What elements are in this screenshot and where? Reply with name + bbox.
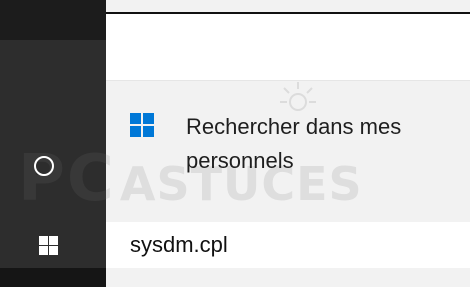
windows-logo-icon (130, 113, 154, 137)
cortana-button[interactable] (0, 136, 106, 196)
panel-divider (106, 80, 470, 81)
search-result-line-2: personnels (186, 148, 294, 173)
windows-start-icon (39, 235, 58, 255)
search-result-line-1: Rechercher dans mes (186, 114, 402, 139)
start-button[interactable] (0, 222, 106, 268)
search-panel-header (106, 14, 470, 80)
taskbar-top-area (0, 0, 106, 40)
search-result-text: Rechercher dans mes personnels (186, 110, 401, 178)
cortana-circle-icon (34, 156, 54, 176)
taskbar-bottom-edge (0, 268, 106, 287)
search-result-item[interactable]: Rechercher dans mes personnels (106, 110, 470, 190)
search-box[interactable]: sysdm.cpl (106, 222, 470, 268)
search-input[interactable]: sysdm.cpl (130, 230, 228, 260)
screen: PCASTUCES Rechercher dans (0, 0, 470, 287)
